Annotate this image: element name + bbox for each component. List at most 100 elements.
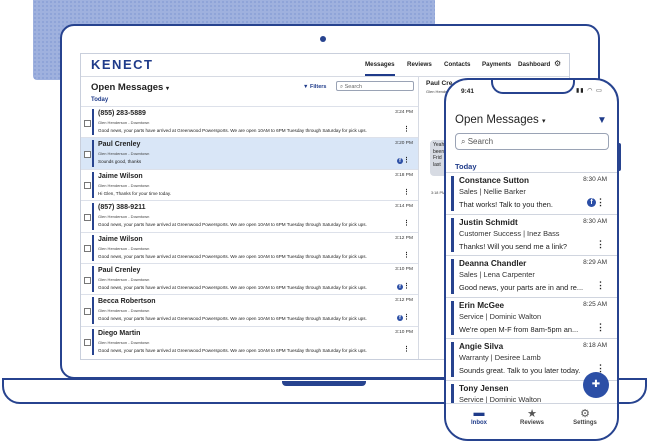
filters-label: Filters (309, 84, 327, 90)
contact-name: Paul Crenley (98, 141, 141, 149)
more-options-icon[interactable]: ⋮ (403, 220, 410, 227)
contact-name: Tony Jensen (459, 383, 509, 393)
row-checkbox[interactable] (84, 276, 91, 284)
nav-reviews[interactable]: Reviews (407, 54, 432, 76)
contact-name: Angie Silva (459, 342, 504, 351)
phone-conversation-row[interactable]: Justin Schmidt Customer Success | Inez Ba… (446, 213, 617, 256)
nav-payments[interactable]: Payments (482, 54, 511, 76)
row-checkbox[interactable] (84, 308, 91, 316)
status-icons: ▮▮ ◠ ▭ (576, 88, 603, 94)
more-options-icon[interactable]: ⋮ (596, 281, 605, 290)
row-checkbox[interactable] (84, 213, 91, 221)
contact-name: Jaime Wilson (98, 235, 143, 243)
more-options-icon[interactable]: ⋮ (403, 314, 410, 321)
unread-indicator (92, 328, 94, 356)
message-preview: We're open M-F from 8am-5pm an... (459, 324, 579, 334)
unread-indicator (92, 266, 94, 293)
phone-frame: 9:41 ▮▮ ◠ ▭ Open Messages ▾ ▼ ⌕ Search T… (444, 78, 619, 441)
settings-gear-icon[interactable]: ⚙ (554, 59, 561, 68)
conversation-row[interactable]: (857) 388-9211 Glen Henderson - Downtown G… (81, 200, 418, 231)
contact-assignee: Glen Henderson - Downtown (98, 120, 150, 125)
phone-notch (491, 80, 575, 94)
unread-indicator (92, 171, 94, 199)
new-message-fab[interactable]: ✚ (583, 372, 609, 398)
phone-section-today: Today (455, 162, 477, 171)
contact-assignee: Glen Henderson - Downtown (98, 308, 150, 314)
row-checkbox[interactable] (84, 119, 91, 127)
phone-search-input[interactable]: ⌕ Search (455, 133, 609, 150)
conversation-row[interactable]: Jaime Wilson Glen Henderson - Downtown Goo… (81, 231, 418, 263)
message-time: 8:30 AM (583, 176, 607, 183)
phone-conversation-row[interactable]: Deanna Chandler Sales | Lena Carpenter Goo… (446, 255, 617, 297)
nav-messages[interactable]: Messages (365, 54, 395, 76)
message-preview: Good news, your parts have arrived at Gr… (98, 253, 367, 259)
conversation-row[interactable]: Diego Martin Glen Henderson - Downtown Goo… (81, 325, 418, 357)
row-checkbox[interactable] (84, 182, 91, 190)
message-time: 3:12 PM (395, 298, 413, 304)
conversation-row[interactable]: Jaime Wilson Glen Henderson - Downtown Hi … (81, 168, 418, 200)
contact-name: Justin Schmidt (459, 217, 518, 227)
tab-settings-label: Settings (573, 420, 597, 426)
phone-open-messages-dropdown[interactable]: Open Messages ▾ (455, 114, 545, 126)
conversation-row[interactable]: (855) 283-5889 Glen Henderson - Downtown G… (81, 106, 418, 137)
phone-tab-bar: ▬ Inbox ★ Reviews ⚙ Settings (446, 403, 617, 439)
contact-name: Paul Crenley (98, 267, 141, 274)
message-time: 8:25 AM (583, 300, 607, 308)
more-options-icon[interactable]: ⋮ (403, 283, 410, 290)
section-today: Today (91, 97, 109, 103)
laptop-notch (282, 381, 366, 386)
row-checkbox[interactable] (84, 339, 91, 347)
message-time: 8:29 AM (583, 259, 607, 266)
search-icon: ⌕ (340, 84, 344, 90)
message-time: 3:12 PM (395, 235, 413, 241)
more-options-icon[interactable]: ⋮ (596, 198, 605, 207)
phone-conversation-row[interactable]: Erin McGee Service | Dominic Walton We're … (446, 296, 617, 339)
message-preview: Good news, your parts have arrived at Gr… (98, 128, 367, 133)
contact-name: (857) 388-9211 (98, 204, 146, 212)
kenect-logo[interactable]: KENECT (91, 57, 153, 72)
conversation-row[interactable]: Paul Crenley Glen Henderson - Downtown Sou… (81, 137, 418, 169)
message-preview: Good news, your parts have arrived at Gr… (98, 316, 367, 322)
more-options-icon[interactable]: ⋮ (596, 322, 605, 331)
conversation-row[interactable]: Paul Crenley Glen Henderson - Downtown Goo… (81, 263, 418, 294)
message-preview: Sounds great. Talk to you later today. (459, 366, 581, 375)
more-options-icon[interactable]: ⋮ (403, 252, 410, 259)
list-title-text: Open Messages (91, 82, 164, 93)
detail-contact-sub: Glen Hende (426, 89, 448, 94)
tab-reviews[interactable]: ★ Reviews (507, 407, 557, 426)
chevron-down-icon: ▾ (165, 86, 169, 92)
tab-settings[interactable]: ⚙ Settings (560, 407, 610, 426)
unread-indicator (451, 259, 454, 294)
more-options-icon[interactable]: ⋮ (403, 346, 410, 353)
more-options-icon[interactable]: ⋮ (403, 126, 410, 133)
facebook-icon: f (587, 198, 596, 207)
contact-assignee: Sales | Nellie Barker (459, 187, 526, 196)
more-options-icon[interactable]: ⋮ (596, 239, 605, 248)
open-messages-dropdown[interactable]: Open Messages ▾ (91, 82, 169, 93)
laptop-camera (320, 36, 326, 42)
filter-icon: ▼ (303, 84, 309, 90)
message-time: 3:24 PM (395, 110, 413, 115)
search-input[interactable]: ⌕ Search (336, 81, 414, 91)
more-options-icon[interactable]: ⋮ (596, 364, 605, 373)
contact-assignee: Glen Henderson - Downtown (98, 277, 150, 282)
message-time: 3:10 PM (395, 329, 413, 335)
filters-button[interactable]: ▼ Filters (303, 84, 327, 90)
more-options-icon[interactable]: ⋮ (403, 157, 410, 164)
more-options-icon[interactable]: ⋮ (403, 189, 410, 196)
nav-dashboard[interactable]: Dashboard (518, 54, 550, 76)
inbox-icon: ▬ (473, 407, 485, 419)
contact-name: (855) 283-5889 (98, 110, 146, 117)
unread-indicator (92, 109, 94, 136)
message-time: 8:30 AM (583, 217, 607, 225)
phone-conversation-row[interactable]: Constance Sutton Sales | Nellie Barker Tha… (446, 172, 617, 214)
nav-contacts[interactable]: Contacts (444, 54, 470, 76)
row-checkbox[interactable] (84, 151, 91, 159)
conversation-row[interactable]: Becca Robertson Glen Henderson - Downtown… (81, 294, 418, 325)
contact-assignee: Service | Dominic Walton (459, 311, 542, 321)
filter-icon[interactable]: ▼ (597, 115, 607, 126)
star-icon: ★ (527, 408, 537, 420)
tab-inbox[interactable]: ▬ Inbox (454, 407, 504, 426)
message-preview: Sounds good, thanks (98, 159, 142, 165)
row-checkbox[interactable] (84, 245, 91, 253)
